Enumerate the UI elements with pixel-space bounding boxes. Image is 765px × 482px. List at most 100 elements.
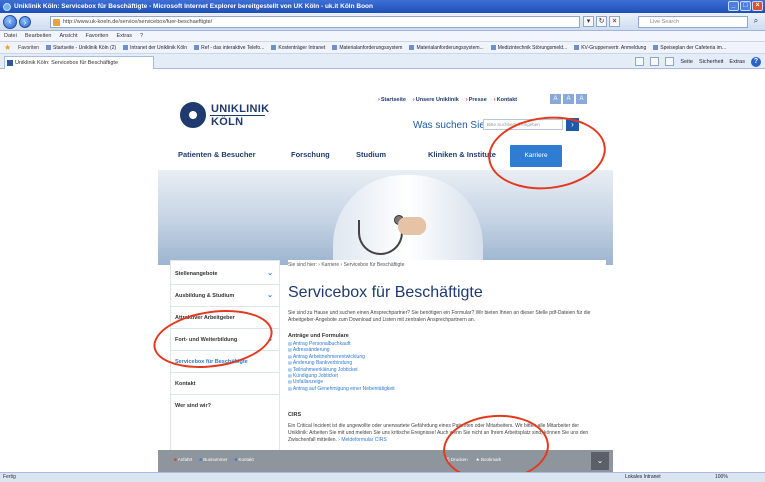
magnifier-icon[interactable]: ⌕ [750, 16, 762, 28]
favorite-link[interactable]: Kostenträger Intranet [271, 42, 325, 53]
cirs-link-label: Meldeformular CIRS [341, 437, 387, 443]
breadcrumb: Sie sind hier: › Karriere › Servicebox f… [288, 262, 405, 268]
status-text: Fertig [3, 474, 16, 480]
nav-kliniken[interactable]: Kliniken & Institute [428, 150, 496, 159]
window-controls: _ □ × [728, 1, 763, 11]
page-icon [53, 19, 60, 26]
sidebar-item-wer-sind-wir[interactable]: Wer sind wir? [171, 395, 279, 417]
browser-tab[interactable]: Uniklinik Köln: Servicebox für Beschäfti… [4, 56, 154, 69]
menu-item[interactable]: Extras [116, 31, 132, 41]
dropdown-icon[interactable]: ▾ [583, 16, 594, 27]
command-bar: Seite Sicherheit Extras ? [635, 57, 761, 67]
nav-patienten[interactable]: Patienten & Besucher [178, 150, 256, 159]
scroll-toggle-button[interactable]: ⌄ [591, 452, 609, 470]
main-article: Sie sind hier: › Karriere › Servicebox f… [288, 260, 606, 465]
menu-item[interactable]: Datei [4, 31, 17, 41]
logo-text-line1[interactable]: UNIKLINIK [211, 103, 269, 115]
toplink-presse[interactable]: Presse [466, 97, 487, 103]
security-zone: Lokales Intranet [625, 474, 661, 480]
favorite-link[interactable]: Intranet der Uniklinik Köln [123, 42, 187, 53]
sidebar-item-stellenangebote[interactable]: Stellenangebote ⌄ [171, 263, 279, 285]
menu-item[interactable]: Favoriten [86, 31, 109, 41]
footer-link-anfahrt[interactable]: ■ Anfahrt [174, 457, 192, 462]
favorites-label[interactable]: Favoriten [18, 42, 39, 53]
cirs-heading: CIRS [288, 412, 302, 418]
logo-text-line2[interactable]: KÖLN [211, 116, 243, 128]
command-sicherheit[interactable]: Sicherheit [699, 57, 723, 67]
browser-search-input[interactable]: Live Search [638, 16, 748, 28]
cirs-link[interactable]: › Meldeformular CIRS [338, 437, 386, 443]
form-link[interactable]: Antrag auf Genehmigung einer Nebentätigk… [288, 386, 395, 392]
menu-item[interactable]: Bearbeiten [25, 31, 52, 41]
toplink-uniklinik[interactable]: Unsere Uniklinik [413, 97, 459, 103]
nav-studium[interactable]: Studium [356, 150, 386, 159]
url-text: http://www.uk-koeln.de/service/servicebo… [63, 19, 213, 25]
uniklinik-logo-icon[interactable] [180, 102, 206, 128]
font-medium-button[interactable]: A [563, 94, 574, 104]
stop-icon[interactable]: × [609, 16, 620, 27]
command-extras[interactable]: Extras [729, 57, 745, 67]
ie-logo-icon [3, 3, 11, 11]
close-icon[interactable]: × [752, 1, 763, 11]
sidebar-item-label: Ausbildung & Studium [175, 293, 235, 299]
forward-arrow-icon[interactable]: › [19, 16, 31, 28]
sidebar-item-ausbildung[interactable]: Ausbildung & Studium ⌄ [171, 285, 279, 307]
favorite-link[interactable]: Ref - das interaktive Telefo... [194, 42, 264, 53]
favorite-link[interactable]: Speiseplan der Cafeteria im... [653, 42, 726, 53]
menu-bar: Datei Bearbeiten Ansicht Favoriten Extra… [0, 31, 765, 42]
footer-link-bus[interactable]: ■ Busnummer [199, 457, 227, 462]
font-large-button[interactable]: A [576, 94, 587, 104]
sidebar-item-label: Stellenangebote [175, 271, 218, 277]
zoom-level[interactable]: 100% [715, 473, 728, 482]
command-seite[interactable]: Seite [680, 57, 693, 67]
sidebar-item-kontakt[interactable]: Kontakt [171, 373, 279, 395]
feeds-icon[interactable] [650, 57, 660, 66]
page-title: Servicebox für Beschäftigte [288, 284, 483, 301]
home-icon[interactable] [635, 57, 645, 66]
favorites-star-icon[interactable]: ★ [4, 42, 11, 53]
refresh-icon[interactable]: ↻ [596, 16, 607, 27]
help-icon[interactable]: ? [751, 57, 761, 67]
address-tools: ▾ ↻ × [583, 16, 620, 27]
font-size-controls: A A A [550, 94, 587, 104]
nav-forschung[interactable]: Forschung [291, 150, 330, 159]
font-small-button[interactable]: A [550, 94, 561, 104]
favorite-link[interactable]: Materialanforderungssystem... [409, 42, 483, 53]
doctor-hand [398, 217, 426, 235]
minimize-icon[interactable]: _ [728, 1, 739, 11]
page-viewport: UNIKLINIK KÖLN Startseite Unsere Uniklin… [0, 70, 765, 472]
favorite-link[interactable]: Materialanforderungssystem [332, 42, 402, 53]
sidebar-item-label: Wer sind wir? [175, 403, 211, 409]
url-input[interactable]: http://www.uk-koeln.de/service/servicebo… [50, 16, 580, 28]
sidebar-item-label: Kontakt [175, 381, 196, 387]
browser-search-placeholder: Live Search [650, 19, 680, 25]
footer-link-label: Kontakt [238, 457, 254, 462]
favorite-link[interactable]: Medizintechnik Störungsmeld... [491, 42, 567, 53]
pin-icon: ■ [174, 457, 177, 462]
tab-bar: Uniklinik Köln: Servicebox für Beschäfti… [0, 54, 765, 69]
cirs-paragraph: Ein Critical Incident ist die ungewollte… [288, 423, 598, 444]
window-titlebar: Uniklinik Köln: Servicebox für Beschäfti… [0, 0, 765, 13]
toplink-kontakt[interactable]: Kontakt [494, 97, 517, 103]
print-icon[interactable] [665, 57, 675, 66]
menu-item[interactable]: ? [140, 31, 143, 41]
intro-paragraph: Sie sind zu Hause und suchen einen Anspr… [288, 310, 591, 323]
chevron-down-icon: ⌄ [267, 292, 273, 299]
window-title: Uniklinik Köln: Servicebox für Beschäfti… [14, 3, 373, 10]
status-bar: Fertig Lokales Intranet 100% [0, 472, 765, 482]
toplink-startseite[interactable]: Startseite [378, 97, 406, 103]
back-arrow-icon[interactable]: ‹ [3, 15, 17, 29]
footer-link-label: Busnummer [203, 457, 228, 462]
forms-link-list: Antrag Personalbuchkauft Adressänderung … [288, 341, 395, 392]
top-links: Startseite Unsere Uniklinik Presse Konta… [378, 97, 517, 103]
favorite-link[interactable]: Startseite - Uniklinik Köln (2) [46, 42, 116, 53]
favorites-bar: ★ Favoriten Startseite - Uniklinik Köln … [0, 42, 765, 54]
site-search-label: Was suchen Sie? [413, 120, 491, 131]
chevron-down-icon: ⌄ [267, 270, 273, 277]
bus-icon: ■ [199, 457, 202, 462]
maximize-icon[interactable]: □ [740, 1, 751, 11]
menu-item[interactable]: Ansicht [59, 31, 77, 41]
footer-link-kontakt[interactable]: ■ Kontakt [235, 457, 254, 462]
favorite-link[interactable]: KV-Gruppenvertr. Anmeldung [574, 42, 646, 53]
footer-link-label: Anfahrt [177, 457, 193, 462]
